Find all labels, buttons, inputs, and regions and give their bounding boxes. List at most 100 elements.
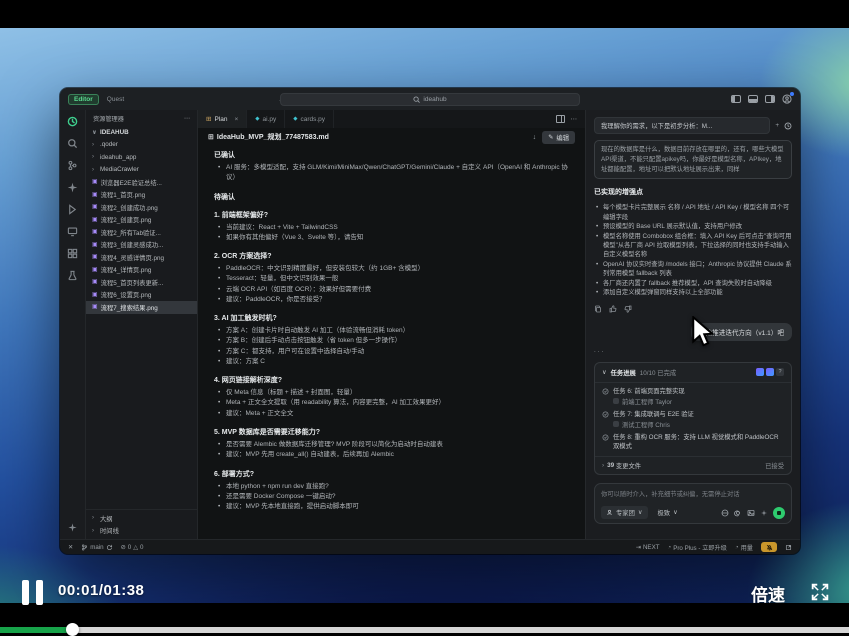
- edit-button[interactable]: ✎ 编辑: [542, 131, 575, 144]
- quest-mode-tab[interactable]: Quest: [103, 95, 128, 104]
- stop-button[interactable]: [773, 507, 785, 519]
- test-icon[interactable]: [67, 270, 78, 281]
- next-tab-indicator[interactable]: ⇥ NEXT: [636, 544, 660, 551]
- thumbs-down-icon[interactable]: [624, 305, 632, 313]
- image-file-icon: ▣: [92, 179, 98, 185]
- md-heading: 5. MVP 数据库是否需要迁移能力?: [214, 427, 573, 437]
- editor-mode-tab[interactable]: Editor: [68, 94, 99, 105]
- md-bullet: 建议：方案 C: [214, 357, 573, 367]
- toggle-left-panel-icon[interactable]: [731, 95, 741, 103]
- close-tab-icon[interactable]: ×: [234, 116, 238, 123]
- history-icon[interactable]: [784, 122, 792, 130]
- editor-more-icon[interactable]: ⋯: [571, 115, 578, 123]
- remote-window-icon[interactable]: [67, 226, 78, 237]
- enhance-icon[interactable]: [760, 509, 768, 517]
- image-file-icon: ▣: [92, 279, 98, 285]
- image-icon[interactable]: [747, 509, 755, 517]
- new-chat-icon[interactable]: +: [775, 122, 779, 129]
- chevron-right-icon: ›: [92, 515, 97, 521]
- chevron-right-icon: ›: [92, 142, 97, 148]
- file-item[interactable]: ▣流程3_创建灵感成功...: [86, 239, 197, 252]
- file-item[interactable]: ▣流程2_所有Tab验证...: [86, 226, 197, 239]
- effort-mode-dropdown[interactable]: 极致 ∨: [653, 506, 683, 519]
- chat-input[interactable]: 你可以随时介入，补充细节或纠偏，无需停止对话: [601, 489, 785, 498]
- folder-item[interactable]: ›MediaCrawler: [86, 164, 197, 177]
- problems-indicator[interactable]: ⊘ 0 △ 0: [121, 544, 144, 551]
- image-file-icon: ▣: [92, 204, 98, 210]
- task-title: 任务 8: 重构 OCR 服务：支持 LLM 视觉模式和 PaddleOCR 双…: [613, 433, 784, 451]
- fullscreen-button[interactable]: [809, 581, 831, 608]
- task-item[interactable]: 任务 7: 集成联调与 E2E 验证: [595, 406, 791, 419]
- tab-ai-py[interactable]: ◆ ai.py: [247, 110, 285, 128]
- qoder-logo-icon[interactable]: [67, 116, 78, 127]
- outline-section[interactable]: ›大纲: [86, 512, 197, 525]
- attachment-icon[interactable]: [721, 509, 729, 517]
- run-debug-icon[interactable]: [67, 204, 78, 215]
- file-item[interactable]: ▣流程2_创建页.png: [86, 214, 197, 227]
- extensions-icon[interactable]: [67, 248, 78, 259]
- image-file-icon: ▣: [92, 304, 98, 310]
- chat-session-title[interactable]: 我理解你的需求，以下是初步分析：M...: [594, 117, 770, 134]
- timeline-label: 时间线: [100, 526, 119, 535]
- chevron-right-icon: ›: [602, 462, 604, 469]
- team-mode-dropdown[interactable]: 专家团 ∨: [601, 506, 648, 519]
- git-branch-indicator[interactable]: main: [81, 544, 112, 551]
- task-progress-title: 任务进展: [611, 368, 636, 377]
- editor-area: ⊞ Plan × ◆ ai.py ◆ cards.py ⋯: [198, 110, 585, 539]
- pause-button[interactable]: [22, 580, 43, 605]
- changed-files-row[interactable]: › 39 变更文件 已接受: [595, 456, 791, 474]
- playback-speed-button[interactable]: 倍速: [751, 581, 785, 606]
- pro-plus-upgrade[interactable]: ◔ Pro Plus - 立即升级: [667, 543, 726, 552]
- seek-bar[interactable]: [0, 627, 849, 633]
- file-name: 流程2_所有Tab验证...: [101, 228, 161, 237]
- mouse-cursor: [688, 316, 718, 350]
- plan-file-icon: ⊞: [206, 115, 211, 123]
- md-bullet: 建议：MVP 先用 create_all() 自动建表，后续再加 Alembic: [214, 450, 573, 460]
- download-icon[interactable]: ↓: [533, 134, 537, 141]
- search-sidebar-icon[interactable]: [67, 138, 78, 149]
- file-name: 流程4_详情页.png: [101, 265, 152, 274]
- file-item[interactable]: ▣流程4_详情页.png: [86, 264, 197, 277]
- image-file-icon: ▣: [92, 242, 98, 248]
- task-card-header[interactable]: ∨ 任务进展 10/10 已完成 ?: [595, 363, 791, 383]
- source-control-icon[interactable]: [67, 160, 78, 171]
- seek-handle[interactable]: [66, 623, 79, 636]
- folder-item[interactable]: ›.qoder: [86, 139, 197, 152]
- file-item[interactable]: ▣流程5_首页列表更新...: [86, 276, 197, 289]
- tab-cards-py[interactable]: ◆ cards.py: [285, 110, 334, 128]
- toggle-bottom-panel-icon[interactable]: [748, 95, 758, 103]
- copy-icon[interactable]: [594, 305, 602, 313]
- explorer-more-icon[interactable]: ⋯: [184, 115, 190, 122]
- folder-item[interactable]: ›ideahub_app: [86, 151, 197, 164]
- assignee-avatar: [613, 398, 619, 404]
- mention-icon[interactable]: [734, 509, 742, 517]
- document-header: ⊞ IdeaHub_MVP_规划_77487583.md ↓ ✎ 编辑: [198, 128, 585, 146]
- file-item[interactable]: ▣流程2_创建成功.png: [86, 201, 197, 214]
- file-item[interactable]: ▣流程6_设置页.png: [86, 289, 197, 302]
- tab-label: cards.py: [300, 116, 325, 123]
- explorer-title: 资源管理器: [93, 114, 124, 123]
- thumbs-up-icon[interactable]: [609, 305, 617, 313]
- task-item[interactable]: 任务 6: 前端页面完整实现: [595, 383, 791, 396]
- agent-icon[interactable]: [67, 182, 78, 193]
- file-item[interactable]: ▣流程4_灵感详情页.png: [86, 251, 197, 264]
- split-editor-icon[interactable]: [556, 115, 565, 123]
- timeline-section[interactable]: ›时间线: [86, 525, 197, 538]
- usage-indicator[interactable]: ◔ 用量: [735, 543, 753, 552]
- file-item[interactable]: ▣流程1_首页.png: [86, 189, 197, 202]
- activity-bar: [60, 110, 86, 539]
- toggle-right-panel-icon[interactable]: [765, 95, 775, 103]
- agent-avatar: [766, 368, 774, 376]
- open-panel-icon[interactable]: [785, 544, 792, 551]
- warnings-count: 0: [140, 544, 143, 551]
- file-item[interactable]: ▣浏览器E2E验证总结...: [86, 176, 197, 189]
- file-item-selected[interactable]: ▣流程7_搜索结果.png: [86, 301, 197, 314]
- new-sparkle-icon[interactable]: [67, 522, 78, 533]
- task-item[interactable]: 任务 8: 重构 OCR 服务：支持 LLM 视觉模式和 PaddleOCR 双…: [595, 429, 791, 451]
- tree-root-ideahub[interactable]: ∨IDEAHUB: [86, 126, 197, 139]
- search-input[interactable]: ideahub: [280, 93, 580, 106]
- remote-indicator-icon[interactable]: ✕: [68, 544, 73, 551]
- pencil-icon: ✎: [548, 134, 553, 141]
- tab-plan[interactable]: ⊞ Plan ×: [198, 110, 247, 128]
- notifications-muted-badge[interactable]: [761, 542, 777, 552]
